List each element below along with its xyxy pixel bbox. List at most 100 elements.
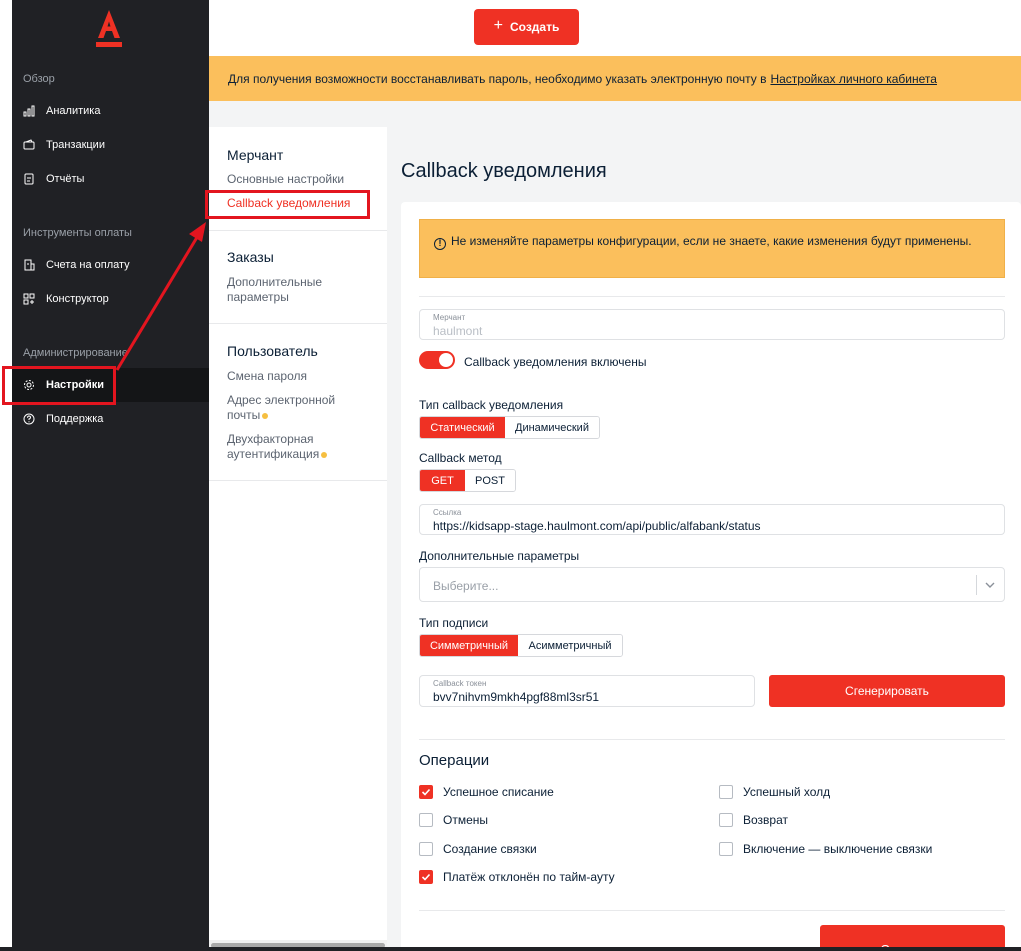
select-placeholder: Выберите... <box>433 579 499 593</box>
callback-type-segmented: Статический Динамический <box>419 416 600 439</box>
checkbox-label: Платёж отклонён по тайм-ауту <box>443 870 615 884</box>
invoice-icon <box>23 259 35 271</box>
checkbox-box[interactable] <box>719 813 733 827</box>
checkbox-binding-toggle[interactable]: Включение — выключение связки <box>719 842 932 856</box>
divider <box>419 296 1005 297</box>
settings-menu: Мерчант Основные настройки Callback увед… <box>209 127 387 940</box>
warning-text: Не изменяйте параметры конфигурации, есл… <box>451 234 972 248</box>
sidebar-item-label: Аналитика <box>46 105 101 117</box>
signature-type-label: Тип подписи <box>419 616 489 630</box>
menu-item-change-password[interactable]: Смена пароля <box>227 369 377 384</box>
left-edge <box>0 0 12 951</box>
grid-plus-icon <box>23 293 35 305</box>
callback-method-label: Callback метод <box>419 451 502 465</box>
chart-icon <box>23 105 35 117</box>
checkbox-payment-timeout[interactable]: Платёж отклонён по тайм-ауту <box>419 870 615 884</box>
checkbox-box[interactable] <box>419 870 433 884</box>
help-icon <box>23 413 35 425</box>
alfa-logo-icon[interactable] <box>96 10 122 48</box>
callback-enabled-toggle[interactable] <box>419 351 455 369</box>
merchant-field-label: Мерчант <box>433 313 466 322</box>
option-post[interactable]: POST <box>465 470 515 491</box>
select-separator <box>976 575 977 595</box>
generate-token-button[interactable]: Сгенерировать <box>769 675 1005 707</box>
menu-group-title: Заказы <box>227 249 274 265</box>
bottom-strip <box>0 947 1021 951</box>
banner-text: Для получения возможности восстанавливат… <box>228 71 767 86</box>
sidebar-item-reports[interactable]: Отчёты <box>12 162 209 196</box>
section-title-payment-tools: Инструменты оплаты <box>23 227 132 239</box>
extra-params-label: Дополнительные параметры <box>419 549 580 563</box>
checkbox-refund[interactable]: Возврат <box>719 813 788 827</box>
info-icon: ! <box>434 238 446 250</box>
checkbox-label: Возврат <box>743 813 788 827</box>
create-button[interactable]: + Создать <box>474 9 579 45</box>
callback-settings-card: ! Не изменяйте параметры конфигурации, ес… <box>401 202 1021 951</box>
profile-settings-link[interactable]: Настройках личного кабинета <box>770 72 937 86</box>
annotation-box-callback-menu <box>205 190 370 219</box>
sidebar-item-support[interactable]: Поддержка <box>12 402 209 436</box>
content-gap <box>209 101 1021 127</box>
checkbox-label: Создание связки <box>443 842 537 856</box>
checkbox-box[interactable] <box>719 785 733 799</box>
section-title-administration: Администрирование <box>23 347 128 359</box>
checkbox-binding-creation[interactable]: Создание связки <box>419 842 537 856</box>
callback-type-label: Тип callback уведомления <box>419 398 564 412</box>
sidebar: Обзор Аналитика Транзакции Отчёты Инстру… <box>12 0 209 951</box>
sidebar-item-label: Поддержка <box>46 413 104 425</box>
checkbox-box[interactable] <box>419 842 433 856</box>
menu-item-basic-settings[interactable]: Основные настройки <box>227 172 377 187</box>
toggle-knob <box>439 353 453 367</box>
token-field-value: bvv7nihvm9mkh4pgf88ml3sr51 <box>433 690 600 704</box>
callback-method-segmented: GET POST <box>419 469 516 492</box>
attention-dot-icon <box>321 451 328 458</box>
menu-group-user: Пользователь Смена пароля Адрес электрон… <box>209 324 387 481</box>
create-button-label: Создать <box>509 20 560 34</box>
sidebar-item-transactions[interactable]: Транзакции <box>12 128 209 162</box>
email-warning-banner: Для получения возможности восстанавливат… <box>209 56 1021 101</box>
menu-group-title: Пользователь <box>227 343 318 359</box>
divider <box>419 739 1005 740</box>
merchant-field-value: haulmont <box>433 324 483 338</box>
callback-url-field[interactable]: Ссылка https://kidsapp-stage.haulmont.co… <box>419 504 1005 535</box>
sidebar-item-label: Счета на оплату <box>46 259 130 271</box>
sidebar-item-label: Отчёты <box>46 173 85 185</box>
option-symmetric[interactable]: Симметричный <box>420 635 518 656</box>
menu-item-additional-params[interactable]: Дополнительные параметры <box>227 275 337 305</box>
menu-item-email-address[interactable]: Адрес электронной почты <box>227 393 349 423</box>
option-dynamic[interactable]: Динамический <box>505 417 599 438</box>
sidebar-item-label: Конструктор <box>46 293 109 305</box>
checkbox-successful-debit[interactable]: Успешное списание <box>419 785 554 799</box>
extra-params-select[interactable]: Выберите... <box>419 567 1005 602</box>
checkbox-cancellations[interactable]: Отмены <box>419 813 488 827</box>
checkbox-label: Включение — выключение связки <box>743 842 933 856</box>
wallet-icon <box>23 139 35 151</box>
option-static[interactable]: Статический <box>420 417 505 438</box>
token-field-label: Callback токен <box>433 679 487 688</box>
divider <box>419 910 1005 911</box>
check-icon <box>421 788 431 796</box>
signature-type-segmented: Симметричный Асимметричный <box>419 634 623 657</box>
sidebar-item-constructor[interactable]: Конструктор <box>12 282 209 316</box>
checkbox-successful-hold[interactable]: Успешный холд <box>719 785 830 799</box>
document-icon <box>23 173 35 185</box>
checkbox-label: Успешное списание <box>443 785 554 799</box>
option-asymmetric[interactable]: Асимметричный <box>518 635 622 656</box>
sidebar-item-analytics[interactable]: Аналитика <box>12 94 209 128</box>
sidebar-item-label: Транзакции <box>46 139 105 151</box>
callback-token-field[interactable]: Callback токен bvv7nihvm9mkh4pgf88ml3sr5… <box>419 675 755 707</box>
option-get[interactable]: GET <box>420 470 465 491</box>
checkbox-label: Успешный холд <box>743 785 831 799</box>
toggle-label: Callback уведомления включены <box>464 355 647 369</box>
checkbox-box[interactable] <box>419 813 433 827</box>
attention-dot-icon <box>262 412 269 419</box>
menu-item-two-factor[interactable]: Двухфакторная аутентификация <box>227 432 337 462</box>
sidebar-item-invoices[interactable]: Счета на оплату <box>12 248 209 282</box>
menu-item-label: Адрес электронной почты <box>227 393 336 422</box>
main-content: Callback уведомления ! Не изменяйте парам… <box>387 127 1021 951</box>
checkbox-box[interactable] <box>719 842 733 856</box>
check-icon <box>421 873 431 881</box>
checkbox-box[interactable] <box>419 785 433 799</box>
page-title: Callback уведомления <box>401 160 607 182</box>
chevron-down-icon[interactable] <box>984 579 996 591</box>
